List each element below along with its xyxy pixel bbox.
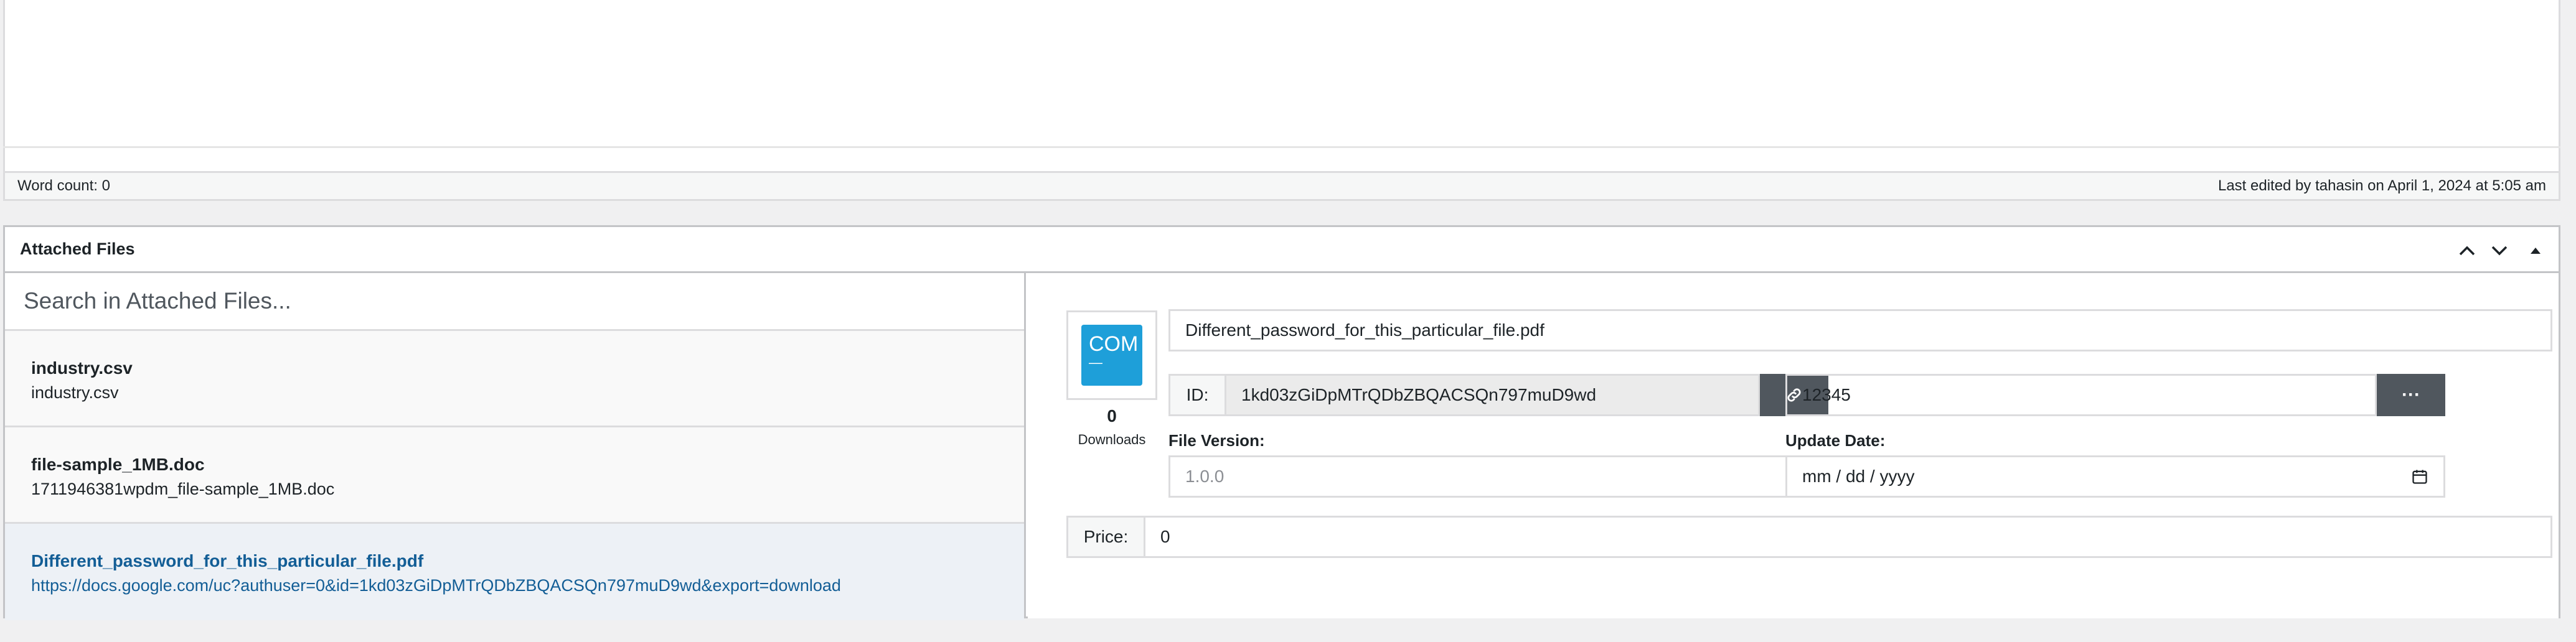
editor-divider — [3, 146, 2560, 148]
file-subtitle: industry.csv — [31, 383, 119, 402]
search-input[interactable] — [5, 273, 1024, 331]
editor-content-area[interactable] — [3, 0, 2560, 171]
editor-statusbar: Word count: 0 Last edited by tahasin on … — [3, 171, 2560, 201]
download-count: 0 — [1107, 406, 1117, 426]
id-label: ID: — [1168, 374, 1225, 416]
more-button[interactable]: ··· — [2377, 374, 2445, 416]
password-field[interactable]: 12345 — [1785, 374, 2377, 416]
file-version-input[interactable]: 1.0.0 — [1168, 455, 1828, 498]
word-count: Word count: 0 — [17, 177, 110, 194]
list-item[interactable]: industry.csv industry.csv — [5, 331, 1024, 427]
chevron-down-icon[interactable] — [2487, 238, 2512, 263]
file-details-panel: COM — 0 Downloads Different_password_for… — [1028, 273, 2559, 618]
file-icon-box: COM — — [1066, 310, 1157, 400]
attached-files-metabox: Attached Files industry.csv industry.csv… — [3, 225, 2560, 620]
file-name-input[interactable]: Different_password_for_this_particular_f… — [1168, 309, 2552, 351]
price-label: Price: — [1066, 516, 1144, 558]
update-date-label: Update Date: — [1785, 431, 1886, 450]
chevron-up-icon[interactable] — [2455, 238, 2480, 263]
file-type-icon: COM — — [1081, 325, 1142, 386]
file-version-label: File Version: — [1168, 431, 1265, 450]
file-subtitle: https://docs.google.com/uc?authuser=0&id… — [31, 576, 841, 595]
file-type-sub: — — [1089, 355, 1102, 370]
last-edited: Last edited by tahasin on April 1, 2024 … — [2217, 177, 2546, 194]
triangle-up-icon[interactable] — [2523, 238, 2548, 263]
file-type-text: COM — [1089, 332, 1139, 356]
metabox-header: Attached Files — [5, 227, 2559, 273]
attached-files-list: industry.csv industry.csv file-sample_1M… — [5, 273, 1026, 620]
file-title: Different_password_for_this_particular_f… — [31, 551, 424, 570]
list-item-active[interactable]: Different_password_for_this_particular_f… — [5, 524, 1024, 620]
file-title: file-sample_1MB.doc — [31, 455, 205, 474]
price-input[interactable]: 0 — [1144, 516, 2552, 558]
metabox-title: Attached Files — [20, 240, 135, 258]
list-item[interactable]: file-sample_1MB.doc 1711946381wpdm_file-… — [5, 427, 1024, 524]
calendar-icon[interactable] — [2411, 468, 2428, 485]
file-id-field[interactable]: 1kd03zGiDpMTrQDbZBQACSQn797muD9wd — [1225, 374, 1760, 416]
file-title: industry.csv — [31, 358, 133, 378]
file-id-group: ID: 1kd03zGiDpMTrQDbZBQACSQn797muD9wd — [1168, 374, 1828, 416]
update-date-input[interactable]: mm / dd / yyyy — [1785, 455, 2445, 498]
file-subtitle: 1711946381wpdm_file-sample_1MB.doc — [31, 480, 335, 498]
price-group: Price: 0 — [1066, 516, 2552, 558]
downloads-label: Downloads — [1078, 432, 1146, 447]
date-placeholder: mm / dd / yyyy — [1802, 467, 1915, 486]
password-group: 12345 ··· — [1785, 374, 2445, 416]
